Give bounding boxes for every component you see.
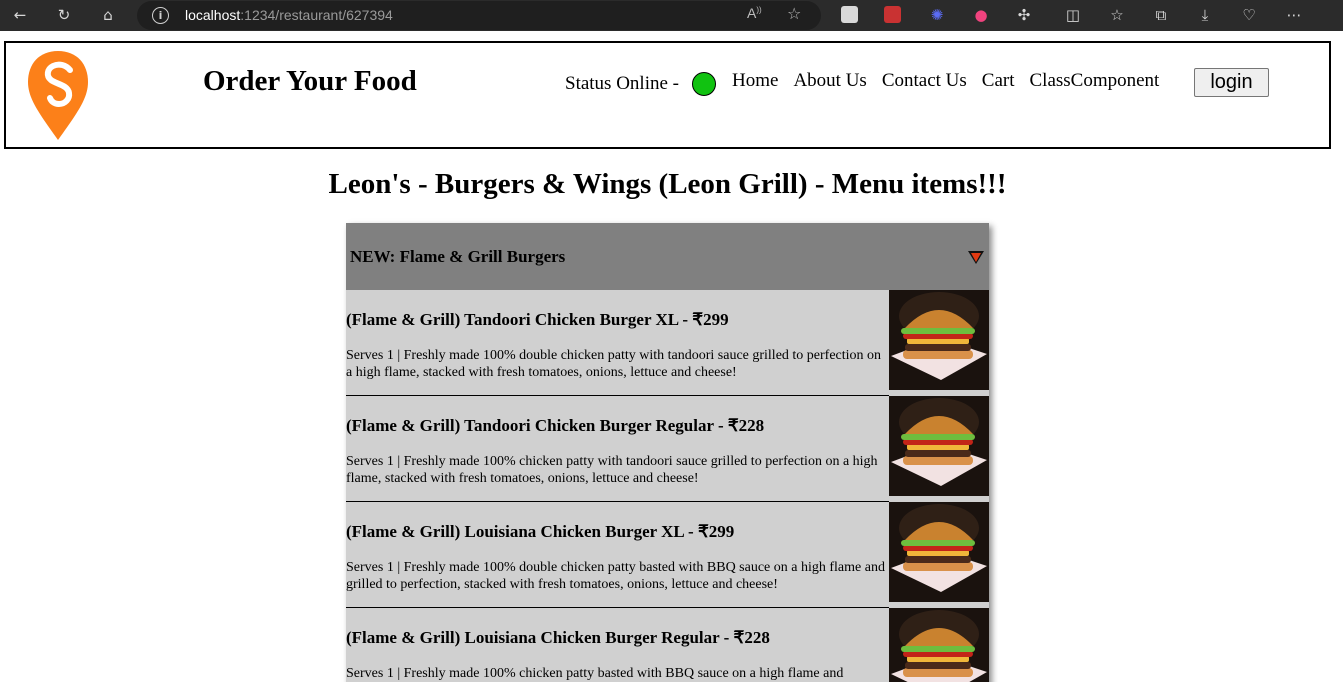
app-header: Order Your Food Status Online - Home Abo… xyxy=(4,41,1331,149)
read-aloud-icon[interactable]: A)) xyxy=(747,5,762,21)
menu-item-name: (Flame & Grill) Louisiana Chicken Burger… xyxy=(346,522,735,541)
menu-item-name: (Flame & Grill) Louisiana Chicken Burger… xyxy=(346,628,770,647)
menu-item-description: Serves 1 | Freshly made 100% double chic… xyxy=(346,560,885,592)
menu-item: (Flame & Grill) Louisiana Chicken Burger… xyxy=(346,608,989,682)
menu-item-description: Serves 1 | Freshly made 100% chicken pat… xyxy=(346,666,844,681)
star-icon[interactable]: ☆ xyxy=(787,4,801,23)
extension-icon[interactable]: ✺ xyxy=(926,4,948,26)
url-text[interactable]: localhost:1234/restaurant/627394 xyxy=(185,7,393,23)
burger-image xyxy=(889,502,989,602)
back-arrow-icon[interactable]: ← xyxy=(9,4,31,26)
favorites-icon[interactable]: ☆ xyxy=(1106,4,1128,26)
category-title: NEW: Flame & Grill Burgers xyxy=(350,247,566,266)
nav-about-link[interactable]: About Us xyxy=(793,70,866,92)
extension-icon[interactable]: ● xyxy=(970,4,992,26)
home-icon[interactable]: ⌂ xyxy=(97,4,119,26)
menu-item: (Flame & Grill) Tandoori Chicken Burger … xyxy=(346,290,989,396)
menu-item-description: Serves 1 | Freshly made 100% double chic… xyxy=(346,348,882,380)
nav-links: Home About Us Contact Us Cart ClassCompo… xyxy=(732,70,1174,92)
menu-item-name: (Flame & Grill) Tandoori Chicken Burger … xyxy=(346,416,765,435)
extensions-puzzle-icon[interactable]: ✣ xyxy=(1013,4,1035,26)
browser-essentials-icon[interactable]: ♡ xyxy=(1238,4,1260,26)
menu-item-description: Serves 1 | Freshly made 100% chicken pat… xyxy=(346,454,878,486)
address-bar[interactable]: i localhost:1234/restaurant/627394 A)) ☆ xyxy=(137,1,821,30)
burger-image xyxy=(889,290,989,390)
category-header[interactable]: NEW: Flame & Grill Burgers xyxy=(346,223,989,290)
brand-title: Order Your Food xyxy=(203,65,417,97)
nav-home-link[interactable]: Home xyxy=(732,70,778,92)
nav-contact-link[interactable]: Contact Us xyxy=(882,70,967,92)
extension-icon[interactable] xyxy=(884,6,901,23)
menu-item: (Flame & Grill) Tandoori Chicken Burger … xyxy=(346,396,989,502)
menu-item-name: (Flame & Grill) Tandoori Chicken Burger … xyxy=(346,310,729,329)
burger-image xyxy=(889,396,989,496)
online-status-indicator xyxy=(692,72,716,96)
refresh-icon[interactable]: ↻ xyxy=(53,4,75,26)
restaurant-title: Leon's - Burgers & Wings (Leon Grill) - … xyxy=(328,168,1007,200)
split-screen-icon[interactable]: ◫ xyxy=(1062,4,1084,26)
swiggy-logo[interactable] xyxy=(26,48,90,140)
burger-image xyxy=(889,608,989,682)
collections-icon[interactable]: ⧉ xyxy=(1150,4,1172,26)
downloads-icon[interactable]: ⤓ xyxy=(1194,4,1216,26)
caret-down-icon[interactable] xyxy=(968,251,984,264)
menu-item: (Flame & Grill) Louisiana Chicken Burger… xyxy=(346,502,989,608)
online-status-text: Status Online - xyxy=(565,73,679,94)
nav-class-component-link[interactable]: ClassComponent xyxy=(1030,70,1160,92)
menu-category-panel: NEW: Flame & Grill Burgers (Flame & Gril… xyxy=(346,223,989,682)
more-menu-icon[interactable]: ⋯ xyxy=(1283,4,1305,26)
browser-toolbar: ← ↻ ⌂ i localhost:1234/restaurant/627394… xyxy=(0,0,1343,31)
site-info-icon[interactable]: i xyxy=(152,7,169,24)
nav-cart-link[interactable]: Cart xyxy=(982,70,1015,92)
extension-icon[interactable] xyxy=(841,6,858,23)
login-button[interactable]: login xyxy=(1194,68,1269,97)
